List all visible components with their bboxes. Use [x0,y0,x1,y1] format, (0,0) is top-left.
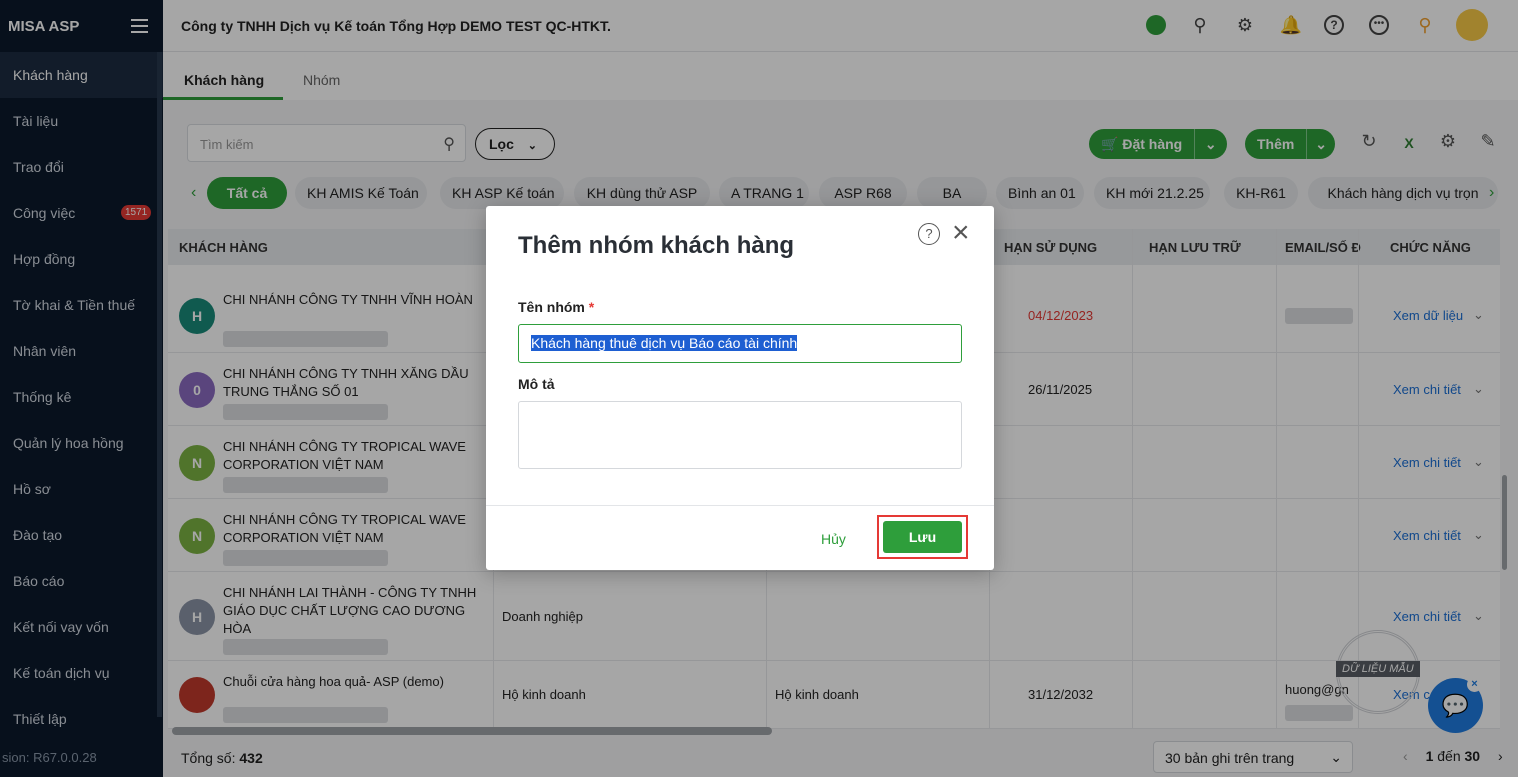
group-name-value: Khách hàng thuê dịch vụ Báo cáo tài chín… [531,335,798,351]
cancel-button[interactable]: Hủy [821,531,846,547]
group-name-label-text: Tên nhóm [518,299,585,315]
required-mark: * [588,299,595,315]
description-textarea[interactable] [518,401,962,469]
dialog-title: Thêm nhóm khách hàng [518,232,795,259]
save-button[interactable]: Lưu [883,521,962,553]
dialog-divider [486,505,994,506]
save-highlight: Lưu [877,515,968,559]
group-name-input[interactable]: Khách hàng thuê dịch vụ Báo cáo tài chín… [518,324,962,363]
description-label: Mô tả [518,376,555,392]
help-icon[interactable]: ? [918,223,940,245]
add-group-dialog: Thêm nhóm khách hàng ? × Tên nhóm * Khác… [486,206,994,570]
close-icon[interactable]: × [952,218,970,248]
group-name-label: Tên nhóm * [518,299,594,315]
app-root: MISA ASP Khách hàng Tài liệu Trao đổi Công … [0,0,1518,777]
